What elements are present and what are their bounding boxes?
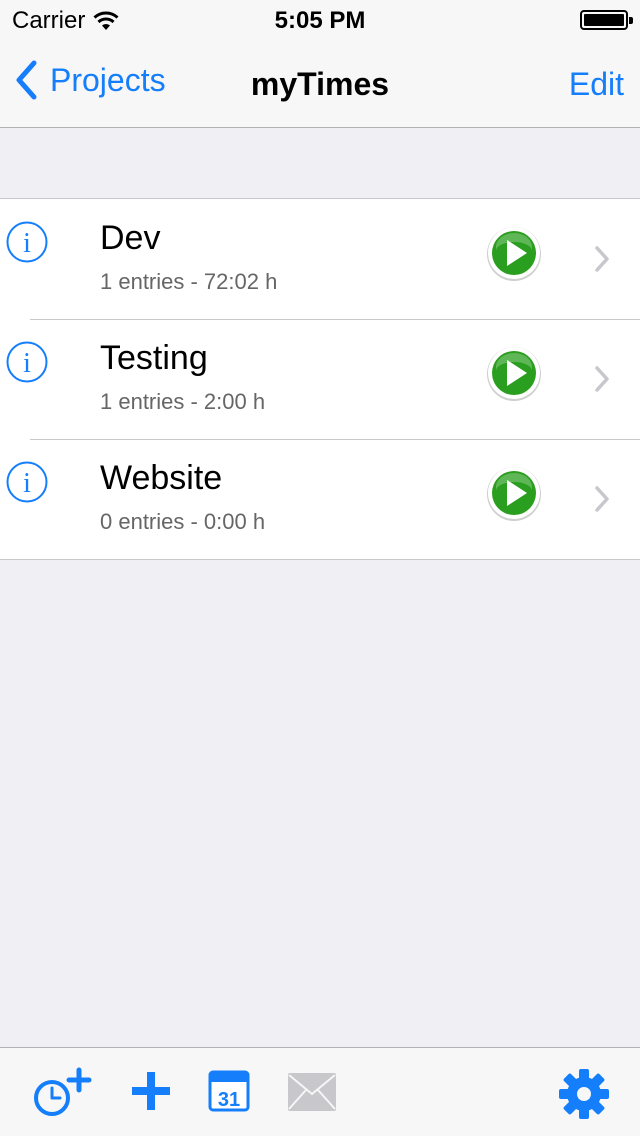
info-icon[interactable]: i <box>6 341 48 383</box>
edit-button[interactable]: Edit <box>569 66 624 103</box>
project-row[interactable]: i Testing 1 entries - 2:00 h <box>0 319 640 439</box>
navigation-bar: Projects myTimes Edit <box>0 40 640 128</box>
project-name: Website <box>100 459 223 497</box>
info-icon[interactable]: i <box>6 461 48 503</box>
project-summary: 1 entries - 2:00 h <box>100 389 266 414</box>
plus-icon[interactable] <box>130 1070 172 1112</box>
gear-icon[interactable] <box>558 1068 610 1120</box>
battery-icon <box>580 10 633 30</box>
svg-text:i: i <box>23 348 31 379</box>
back-button[interactable]: Projects <box>14 60 166 100</box>
chevron-right-icon <box>595 366 609 392</box>
status-time: 5:05 PM <box>274 7 366 34</box>
project-summary: 0 entries - 0:00 h <box>100 509 266 534</box>
chevron-left-icon <box>16 60 37 100</box>
chevron-right-icon <box>595 486 609 512</box>
svg-text:i: i <box>23 228 31 259</box>
chevron-right-icon <box>595 246 609 272</box>
project-row[interactable]: i Website 0 entries - 0:00 h <box>0 439 640 559</box>
play-icon[interactable] <box>486 225 542 281</box>
status-bar: Carrier 5:05 PM <box>0 0 640 40</box>
project-name: Dev <box>100 219 161 257</box>
mail-icon <box>288 1073 336 1111</box>
calendar-day: 31 <box>218 1089 240 1111</box>
project-row[interactable]: i Dev 1 entries - 72:02 h <box>0 199 640 319</box>
bottom-toolbar: 31 <box>0 1047 640 1136</box>
back-button-label: Projects <box>50 61 166 98</box>
play-icon[interactable] <box>486 465 542 521</box>
add-timer-icon[interactable] <box>32 1066 94 1118</box>
info-icon[interactable]: i <box>6 221 48 263</box>
project-list: i Dev 1 entries - 72:02 h i Testing 1 en… <box>0 198 640 560</box>
play-icon[interactable] <box>486 345 542 401</box>
calendar-icon[interactable]: 31 <box>208 1070 250 1112</box>
project-name: Testing <box>100 339 208 377</box>
svg-text:i: i <box>23 468 31 499</box>
project-summary: 1 entries - 72:02 h <box>100 269 278 294</box>
